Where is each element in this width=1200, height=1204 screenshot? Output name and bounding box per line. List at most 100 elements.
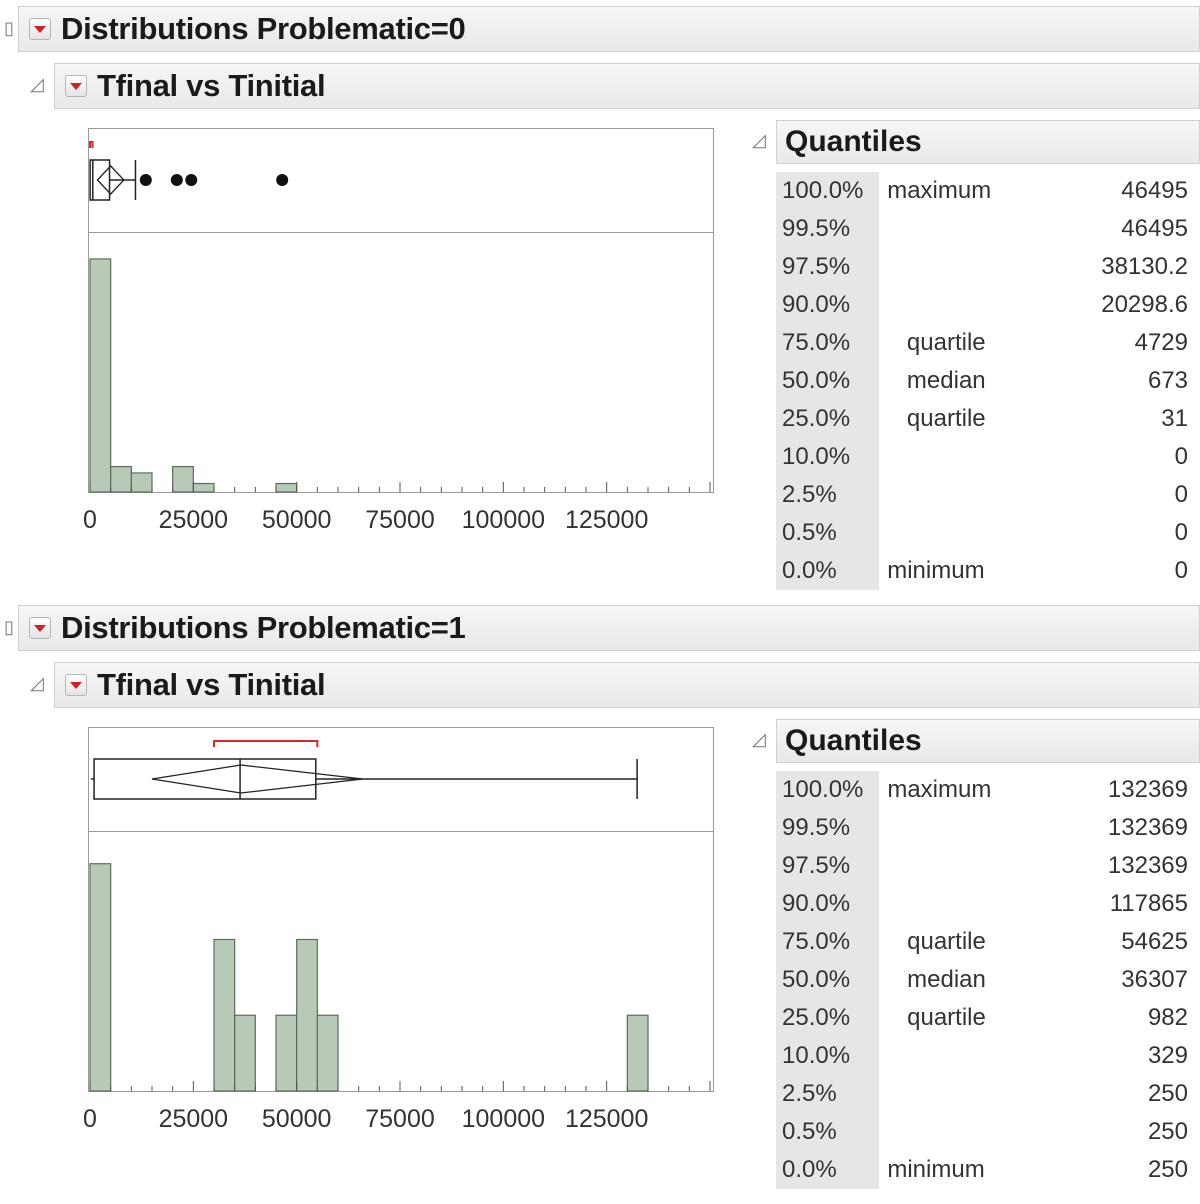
collapse-triangle-icon[interactable]: ◿ bbox=[30, 74, 44, 95]
quantile-pct: 25.0% bbox=[776, 999, 880, 1037]
quantile-value: 46495 bbox=[1121, 177, 1188, 204]
quantile-row: 0.5% 0 bbox=[776, 514, 1200, 552]
quantile-row: 0.0% minimum 250 bbox=[776, 1151, 1200, 1189]
quantile-pct: 100.0% bbox=[776, 771, 880, 809]
quantiles-title: Quantiles bbox=[785, 724, 922, 757]
histogram-bar bbox=[296, 938, 318, 1092]
quantile-row: 2.5% 250 bbox=[776, 1075, 1200, 1113]
section-heading: Distributions Problematic=1 bbox=[61, 610, 466, 645]
outline-subheader-tfinal-0[interactable]: Tfinal vs Tinitial bbox=[54, 63, 1200, 109]
axis-tick-label: 75000 bbox=[365, 1105, 435, 1133]
quantile-value: 117865 bbox=[1109, 890, 1188, 917]
quantile-label bbox=[879, 438, 1013, 476]
histogram-bar bbox=[213, 938, 236, 1092]
histogram-bar bbox=[626, 1014, 649, 1092]
histogram-bar bbox=[89, 258, 112, 493]
outline-header-problematic-1[interactable]: Distributions Problematic=1 bbox=[18, 605, 1200, 651]
quantile-label: quartile bbox=[906, 329, 986, 356]
histogram-bar bbox=[172, 465, 194, 493]
quantile-pct: 50.0% bbox=[776, 961, 880, 999]
outlier-point bbox=[276, 174, 289, 186]
quantile-pct: 75.0% bbox=[776, 324, 880, 362]
quantile-label bbox=[879, 1075, 1013, 1113]
outlier-point bbox=[139, 174, 152, 186]
quantile-row: 99.5% 132369 bbox=[776, 809, 1200, 847]
quantile-value: 132369 bbox=[1107, 852, 1188, 879]
quantile-pct: 99.5% bbox=[776, 210, 880, 248]
quantiles-header-0[interactable]: Quantiles bbox=[776, 120, 1200, 164]
quantile-row: 75.0% quartile 4729 bbox=[776, 324, 1200, 362]
quantile-pct: 0.5% bbox=[776, 514, 880, 552]
axis-tick-label: 50000 bbox=[261, 1105, 332, 1133]
outlier-point bbox=[185, 174, 198, 186]
section-subheading: Tfinal vs Tinitial bbox=[97, 667, 326, 702]
quantile-pct: 90.0% bbox=[776, 885, 880, 923]
quantile-label bbox=[879, 514, 1013, 552]
quantile-value: 673 bbox=[1147, 367, 1188, 394]
distribution-chart-1[interactable] bbox=[88, 727, 714, 1093]
section-subheading: Tfinal vs Tinitial bbox=[97, 68, 326, 103]
collapse-triangle-icon[interactable]: ◿ bbox=[752, 130, 766, 151]
quantile-label: maximum bbox=[887, 776, 992, 803]
quantile-value: 38130.2 bbox=[1101, 253, 1188, 280]
quantile-label bbox=[879, 1037, 1013, 1075]
quantile-row: 10.0% 0 bbox=[776, 438, 1200, 476]
quantile-value: 250 bbox=[1147, 1080, 1188, 1107]
quantiles-title: Quantiles bbox=[785, 125, 922, 158]
red-triangle-menu-icon[interactable] bbox=[29, 617, 51, 639]
outline-disclosure-icon[interactable]: ▯ bbox=[4, 617, 14, 638]
quantile-pct: 97.5% bbox=[776, 847, 880, 885]
quantile-value: 329 bbox=[1147, 1042, 1188, 1069]
histogram-bar bbox=[275, 1014, 298, 1092]
quantile-label bbox=[879, 476, 1013, 514]
quantile-row: 50.0% median 36307 bbox=[776, 961, 1200, 999]
quantiles-header-1[interactable]: Quantiles bbox=[776, 719, 1200, 763]
axis-tick-label: 50000 bbox=[261, 506, 332, 534]
quantile-label: minimum bbox=[887, 557, 985, 584]
quantile-value: 982 bbox=[1147, 1004, 1188, 1031]
histogram-bar bbox=[110, 465, 132, 493]
outline-disclosure-icon[interactable]: ▯ bbox=[4, 18, 14, 39]
quantile-value: 0 bbox=[1174, 557, 1188, 584]
axis-tick-label: 0 bbox=[83, 1105, 97, 1133]
quantile-value: 20298.6 bbox=[1101, 291, 1188, 318]
quantile-row: 90.0% 20298.6 bbox=[776, 286, 1200, 324]
red-triangle-menu-icon[interactable] bbox=[65, 75, 87, 97]
quantile-value: 46495 bbox=[1121, 215, 1188, 242]
quantile-label: median bbox=[906, 367, 986, 394]
quantile-pct: 0.0% bbox=[776, 1151, 880, 1189]
quantile-pct: 97.5% bbox=[776, 248, 880, 286]
histogram-bar bbox=[234, 1014, 256, 1092]
outline-subheader-tfinal-1[interactable]: Tfinal vs Tinitial bbox=[54, 662, 1200, 708]
quantile-row: 25.0% quartile 982 bbox=[776, 999, 1200, 1037]
quantile-value: 250 bbox=[1147, 1118, 1188, 1145]
quantile-label: quartile bbox=[906, 405, 986, 432]
collapse-triangle-icon[interactable]: ◿ bbox=[30, 673, 44, 694]
quantile-label bbox=[879, 885, 1013, 923]
quantile-row: 2.5% 0 bbox=[776, 476, 1200, 514]
collapse-triangle-icon[interactable]: ◿ bbox=[752, 729, 766, 750]
quantile-value: 132369 bbox=[1107, 814, 1188, 841]
histogram-bar bbox=[130, 472, 153, 493]
quantile-label bbox=[879, 1113, 1013, 1151]
quantile-pct: 10.0% bbox=[776, 438, 880, 476]
axis-tick-label: 25000 bbox=[158, 506, 229, 534]
red-triangle-menu-icon[interactable] bbox=[29, 18, 51, 40]
quantile-row: 0.0% minimum 0 bbox=[776, 552, 1200, 590]
distribution-chart-0[interactable] bbox=[88, 128, 714, 494]
histogram-frame bbox=[88, 831, 714, 1092]
quantile-pct: 100.0% bbox=[776, 172, 880, 210]
quantile-label: maximum bbox=[887, 177, 992, 204]
axis-tick-label: 125000 bbox=[564, 1105, 649, 1133]
quantile-pct: 2.5% bbox=[776, 476, 880, 514]
quantile-label bbox=[879, 847, 1013, 885]
quantile-row: 100.0% maximum 46495 bbox=[776, 172, 1200, 210]
red-triangle-menu-icon[interactable] bbox=[65, 674, 87, 696]
quantile-row: 97.5% 132369 bbox=[776, 847, 1200, 885]
quantile-pct: 99.5% bbox=[776, 809, 880, 847]
axis-tick-label: 0 bbox=[83, 506, 97, 534]
outline-header-problematic-0[interactable]: Distributions Problematic=0 bbox=[18, 6, 1200, 52]
histogram-bar bbox=[316, 1014, 339, 1092]
quantile-label: median bbox=[907, 966, 986, 993]
quantile-pct: 25.0% bbox=[776, 400, 880, 438]
